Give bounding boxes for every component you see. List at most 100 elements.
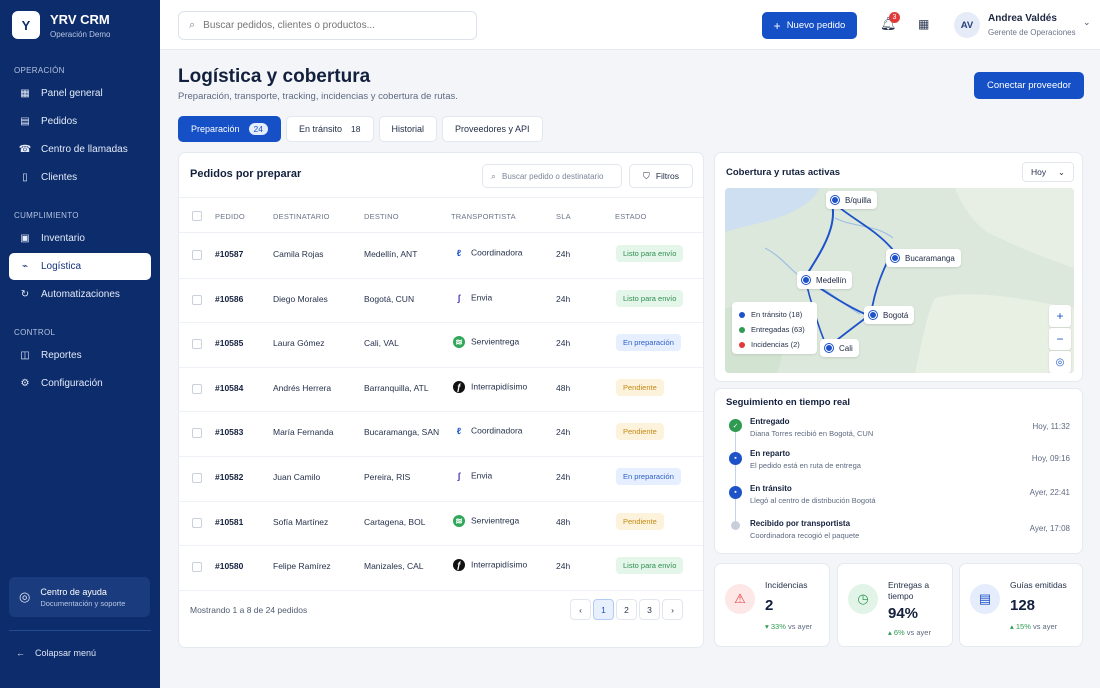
page-button[interactable]: 3 [639, 599, 660, 620]
sla: 24h [556, 338, 571, 349]
truck-icon: ▪ [729, 452, 742, 465]
user-name[interactable]: Andrea Valdés [988, 13, 1057, 24]
inventory-icon: ▣ [20, 233, 30, 244]
row-checkbox[interactable] [192, 294, 202, 305]
order-id[interactable]: #10584 [215, 383, 243, 393]
dot-icon [731, 521, 740, 530]
brand[interactable]: Y YRV CRM Operación Demo [0, 0, 160, 50]
tab-count: 24 [248, 123, 268, 135]
status-badge: Pendiente [616, 512, 664, 530]
collapse-menu-button[interactable]: ← Colapsar menú [16, 648, 96, 658]
sidebar-item-panel-general[interactable]: ▦ Panel general [9, 80, 151, 107]
chevron-down-icon[interactable]: ⌄ [1083, 17, 1091, 28]
event-title: Entregado [750, 417, 790, 426]
page-button[interactable]: 2 [616, 599, 637, 620]
city-label-medellin[interactable]: Medellín [797, 271, 853, 289]
sidebar-item-pedidos[interactable]: ▤ Pedidos [9, 108, 151, 135]
table-row[interactable]: #10581 Sofía Martínez Cartagena, BOL ≋ Servi… [179, 502, 703, 547]
tab-count: 18 [351, 124, 361, 134]
stat-label: Entregas a tiempo [888, 580, 930, 601]
city-label-bogota[interactable]: Bogotá [864, 306, 915, 324]
sla: 48h [556, 382, 571, 393]
page-button[interactable]: 1 [593, 599, 614, 620]
automation-icon: ↻ [20, 289, 30, 300]
map-pin-icon [869, 311, 877, 319]
stat-card-entregas[interactable]: ◷ Entregas a tiempo 94% ▴ 6% vs ayer [837, 563, 953, 647]
zoom-out-button[interactable]: − [1049, 328, 1071, 350]
connect-provider-button[interactable]: Conectar proveedor [974, 72, 1084, 99]
orders-search[interactable]: ⌕ Buscar pedido o destinatario [482, 164, 622, 188]
avatar[interactable]: AV [954, 12, 980, 38]
zoom-in-button[interactable]: + [1049, 305, 1071, 327]
tab-en-transito[interactable]: En tránsito 18 [286, 116, 374, 142]
sidebar-item-reportes[interactable]: ◫ Reportes [9, 342, 151, 369]
legend-item: Incidencias (2) [739, 337, 810, 352]
city-label-barranquilla[interactable]: B/quilla [826, 191, 878, 209]
stat-card-guias[interactable]: ▤ Guías emitidas 128 ▴ 15% vs ayer [959, 563, 1083, 647]
order-id[interactable]: #10583 [215, 427, 243, 437]
sidebar-item-automatizaciones[interactable]: ↻ Automatizaciones [9, 281, 151, 308]
prev-page-button[interactable]: ‹ [570, 599, 591, 620]
row-checkbox[interactable] [192, 428, 202, 439]
brand-subtitle: Operación Demo [50, 29, 111, 39]
row-checkbox[interactable] [192, 383, 202, 394]
locate-icon[interactable]: ◎ [1049, 351, 1071, 373]
row-checkbox[interactable] [192, 339, 202, 350]
sidebar-item-logistica[interactable]: ⌁ Logística [9, 253, 151, 280]
table-row[interactable]: #10584 Andrés Herrera Barranquilla, ATL ƒ In… [179, 368, 703, 413]
new-order-button[interactable]: + Nuevo pedido [762, 12, 857, 39]
stat-card-incidencias[interactable]: ⚠ Incidencias 2 ▾ 33% vs ayer [714, 563, 830, 647]
tab-proveedores-api[interactable]: Proveedores y API [442, 116, 543, 142]
order-id[interactable]: #10586 [215, 294, 243, 304]
help-center-button[interactable]: ◎ Centro de ayuda Documentación y soport… [9, 577, 150, 617]
order-id[interactable]: #10581 [215, 517, 243, 527]
select-all-checkbox[interactable] [192, 211, 202, 221]
calendar-icon[interactable]: ▦ [918, 17, 929, 31]
legend-dot [739, 311, 745, 318]
row-checkbox[interactable] [192, 562, 202, 573]
recipient: Felipe Ramírez [273, 561, 331, 572]
table-row[interactable]: #10586 Diego Morales Bogotá, CUN ʃ Envia 24h L… [179, 279, 703, 324]
table-row[interactable]: #10585 Laura Gómez Cali, VAL ≋ Servientrega 2… [179, 323, 703, 368]
city-label-bucaramanga[interactable]: Bucaramanga [886, 249, 961, 267]
coordinadora-logo-icon: ℓ [453, 247, 465, 259]
order-id[interactable]: #10585 [215, 338, 243, 348]
recipient: Camila Rojas [273, 249, 324, 259]
table-row[interactable]: #10587 Camila Rojas Medellín, ANT ℓ Coordina… [179, 234, 703, 279]
map-legend: En tránsito (18) Entregadas (63) Inciden… [732, 302, 817, 354]
stat-delta: ▴ 15% vs ayer [1010, 622, 1058, 631]
carrier: ƒ Interrapidísimo [453, 559, 527, 572]
order-id[interactable]: #10580 [215, 561, 243, 571]
table-row[interactable]: #10580 Felipe Ramírez Manizales, CAL ƒ Inter… [179, 546, 703, 591]
row-checkbox[interactable] [192, 517, 202, 528]
pagination: ‹ 1 2 3 › [570, 599, 683, 620]
sla: 24h [556, 293, 571, 304]
plus-icon: + [773, 18, 781, 33]
city-label-cali[interactable]: Cali [820, 339, 859, 357]
row-checkbox[interactable] [192, 473, 202, 483]
status-badge: En preparación [616, 334, 681, 352]
coverage-map[interactable]: B/quilla Bucaramanga Medellín Bogotá Cal… [725, 188, 1074, 373]
global-search[interactable]: ⌕ [178, 11, 477, 40]
next-page-button[interactable]: › [662, 599, 683, 620]
row-checkbox[interactable] [192, 250, 202, 260]
filters-button[interactable]: ⛉ Filtros [629, 164, 693, 188]
tracking-title: Seguimiento en tiempo real [726, 397, 851, 408]
order-id[interactable]: #10582 [215, 472, 243, 482]
destination: Pereira, RIS [364, 472, 411, 482]
sidebar-item-inventario[interactable]: ▣ Inventario [9, 225, 151, 252]
table-row[interactable]: #10582 Juan Camilo Pereira, RIS ʃ Envia 24h En… [179, 457, 703, 502]
interrapidisimo-logo-icon: ƒ [453, 559, 465, 572]
global-search-input[interactable] [203, 20, 454, 31]
table-row[interactable]: #10583 María Fernanda Bucaramanga, SAN ℓ Coo… [179, 412, 703, 457]
order-id[interactable]: #10587 [215, 249, 243, 259]
coordinadora-logo-icon: ℓ [453, 425, 465, 438]
tab-historial[interactable]: Historial [378, 116, 438, 142]
sidebar-item-clientes[interactable]: ▯ Clientes [9, 164, 151, 191]
tab-preparacion[interactable]: Preparación 24 [178, 116, 281, 142]
carrier: ℓ Coordinadora [453, 425, 523, 438]
period-select[interactable]: Hoy ⌄ [1022, 162, 1074, 182]
sidebar-item-centro-llamadas[interactable]: ☎ Centro de llamadas [9, 136, 151, 163]
sidebar-item-configuracion[interactable]: ⚙ Configuración [9, 370, 151, 397]
document-icon: ▤ [970, 584, 1000, 614]
